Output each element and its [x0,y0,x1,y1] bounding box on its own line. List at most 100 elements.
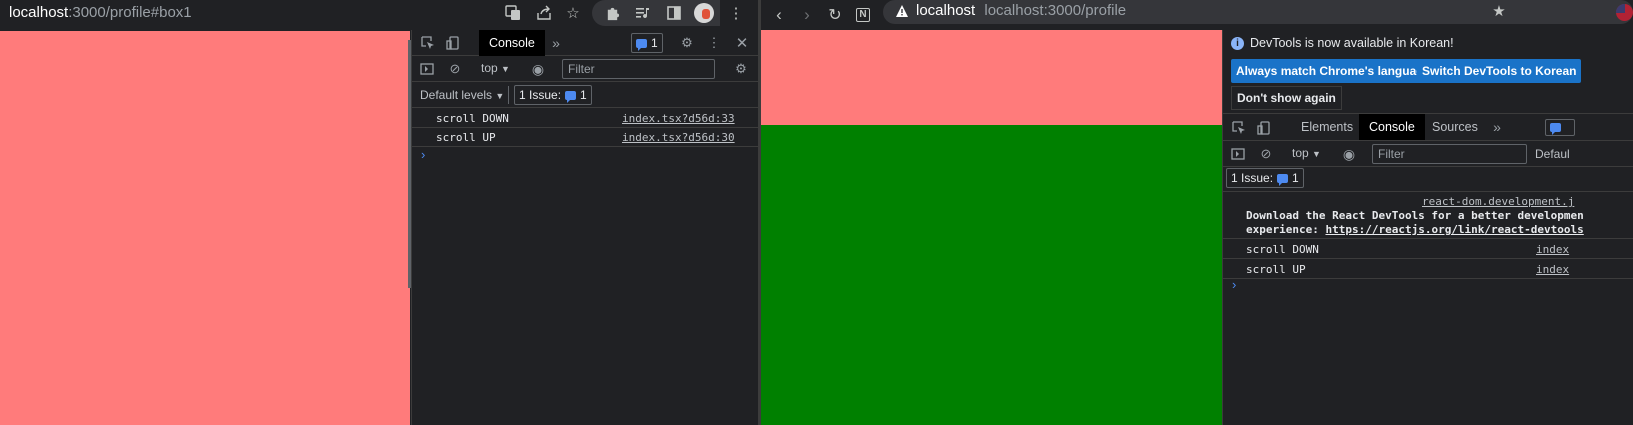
live-expression-eye-icon[interactable]: ◉ [530,61,546,77]
sidebar-toggle-icon[interactable] [419,61,435,77]
more-vertical-icon[interactable]: ⋮ [726,3,746,23]
left-url-host: localhost [9,4,69,21]
clear-console-icon[interactable]: ⊘ [1258,146,1274,162]
issues-count-button[interactable]: 1 Issue: 1 [1226,168,1304,188]
default-levels-dropdown[interactable]: Default levels ▼ [420,88,504,102]
dont-show-again-button[interactable]: Don't show again [1231,86,1342,110]
back-arrow-icon[interactable]: ‹ [769,5,789,25]
react-message-line-2: experience: https://reactjs.org/link/rea… [1246,223,1584,236]
switch-to-korean-button[interactable]: Switch DevTools to Korean [1417,59,1582,83]
issues-count: 1 [1292,171,1299,185]
console-log-entry: scroll DOWN index.tsx?d56d:33 [412,108,758,128]
inspect-element-icon[interactable] [1231,120,1247,136]
right-url-host: localhost [916,2,976,19]
notion-extension-icon[interactable]: N [853,5,873,25]
chat-icon [565,90,577,103]
translate-icon[interactable] [503,3,523,23]
right-browser-toolbar: ‹ › ↻ N localhost localhost:3000/profile… [761,0,1633,30]
context-label: top [481,61,498,75]
issues-badge[interactable] [1545,119,1575,136]
media-queue-icon[interactable] [633,3,653,23]
context-selector[interactable]: top ▼ [481,61,510,75]
tab-elements[interactable]: Elements [1291,114,1363,140]
react-source-link[interactable]: react-dom.development.j [1422,195,1574,208]
tab-sources[interactable]: Sources [1422,114,1488,140]
issues-badge[interactable]: 1 [631,33,663,53]
left-console-toolbar: ⊘ top ▼ ◉ Filter ⚙ [412,56,758,82]
close-icon[interactable]: ✕ [734,35,750,52]
log-message: scroll UP [1246,263,1306,276]
share-icon[interactable] [534,3,554,23]
filter-placeholder: Filter [1378,147,1405,161]
log-source-link[interactable]: index [1536,263,1569,276]
flag-icon [1616,4,1633,21]
console-log-entry: scroll UP index [1223,259,1633,279]
extensions-puzzle-icon[interactable] [602,3,622,23]
chat-icon [1550,123,1561,135]
right-browser-window: ‹ › ↻ N localhost localhost:3000/profile… [761,0,1633,425]
issues-label: 1 Issue: [519,88,562,102]
clear-console-icon[interactable]: ⊘ [447,61,463,77]
filter-input[interactable]: Filter [562,59,715,79]
profile-avatar[interactable] [694,3,714,23]
dropdown-arrow-icon: ▼ [1312,149,1321,159]
forward-arrow-icon[interactable]: › [797,5,817,25]
right-devtools-panel: i DevTools is now available in Korean! A… [1222,30,1633,425]
console-settings-gear-icon[interactable]: ⚙ [733,61,749,77]
left-browser-window: localhost:3000/profile#box1 ☆ ⋮ Console … [0,0,758,425]
left-address-bar[interactable]: localhost:3000/profile#box1 ☆ ⋮ [0,0,758,26]
chat-icon [636,38,647,51]
live-expression-eye-icon[interactable]: ◉ [1341,146,1357,162]
issues-badge-count: 1 [651,36,658,50]
log-message: scroll DOWN [1246,243,1319,256]
info-icon: i [1231,37,1244,50]
sidebar-toggle-icon[interactable] [1230,146,1246,162]
right-devtools-tabbar: Elements Console Sources » [1223,114,1633,141]
log-message: scroll UP [436,131,496,144]
right-page-bottom-section [761,125,1222,425]
filter-input[interactable]: Filter [1372,144,1527,164]
right-address-bar[interactable]: localhost localhost:3000/profile ★ [883,0,1633,24]
log-message: scroll DOWN [436,112,509,125]
tab-console[interactable]: Console [479,30,545,56]
react-message-line-1: Download the React DevTools for a better… [1246,209,1584,222]
default-levels-dropdown[interactable]: Defaul [1535,147,1570,161]
warning-icon [895,4,909,18]
device-toolbar-icon[interactable] [445,35,461,51]
settings-gear-icon[interactable]: ⚙ [679,35,695,51]
log-source-link[interactable]: index [1536,243,1569,256]
right-issues-row: 1 Issue: 1 [1223,167,1633,191]
left-devtools-panel: Console » 1 ⚙ ⋮ ✕ ⊘ top ▼ ◉ Filter ⚙ Def… [411,30,758,425]
always-match-language-button[interactable]: Always match Chrome's language [1231,59,1436,83]
filter-placeholder: Filter [568,62,595,76]
left-page-content [0,31,410,425]
react-devtools-link[interactable]: https://reactjs.org/link/react-devtools [1325,223,1583,236]
log-source-link[interactable]: index.tsx?d56d:33 [622,112,735,125]
left-devtools-tabbar: Console » 1 ⚙ ⋮ ✕ [412,30,758,56]
right-console-toolbar: ⊘ top ▼ ◉ Filter Defaul [1223,141,1633,167]
log-source-link[interactable]: index.tsx?d56d:30 [622,131,735,144]
left-url-rest: :3000/profile#box1 [68,4,192,21]
console-prompt-input[interactable]: › [421,147,425,162]
more-tabs-chevron-icon[interactable]: » [548,35,564,51]
console-log-entry: scroll DOWN index [1223,239,1633,259]
tab-console[interactable]: Console [1359,114,1425,140]
issues-count-button[interactable]: 1 Issue: 1 [514,85,592,105]
more-vertical-icon[interactable]: ⋮ [706,35,722,51]
levels-label: Default levels [420,88,493,102]
right-url-rest: localhost:3000/profile [984,2,1127,19]
bookmark-star-icon[interactable]: ★ [1489,1,1509,21]
console-prompt-input[interactable]: › [1232,277,1236,292]
divider [508,86,509,104]
device-toolbar-icon[interactable] [1256,120,1272,136]
dropdown-arrow-icon: ▼ [501,64,510,74]
more-tabs-chevron-icon[interactable]: » [1489,119,1505,135]
bookmark-star-icon[interactable]: ☆ [563,3,583,23]
inspect-element-icon[interactable] [420,35,436,51]
reload-icon[interactable]: ↻ [825,5,845,25]
context-selector[interactable]: top ▼ [1292,146,1321,160]
console-log-entry: scroll UP index.tsx?d56d:30 [412,127,758,147]
issues-count: 1 [580,88,587,102]
side-panel-icon[interactable] [664,3,684,23]
issues-label: 1 Issue: [1231,171,1274,185]
